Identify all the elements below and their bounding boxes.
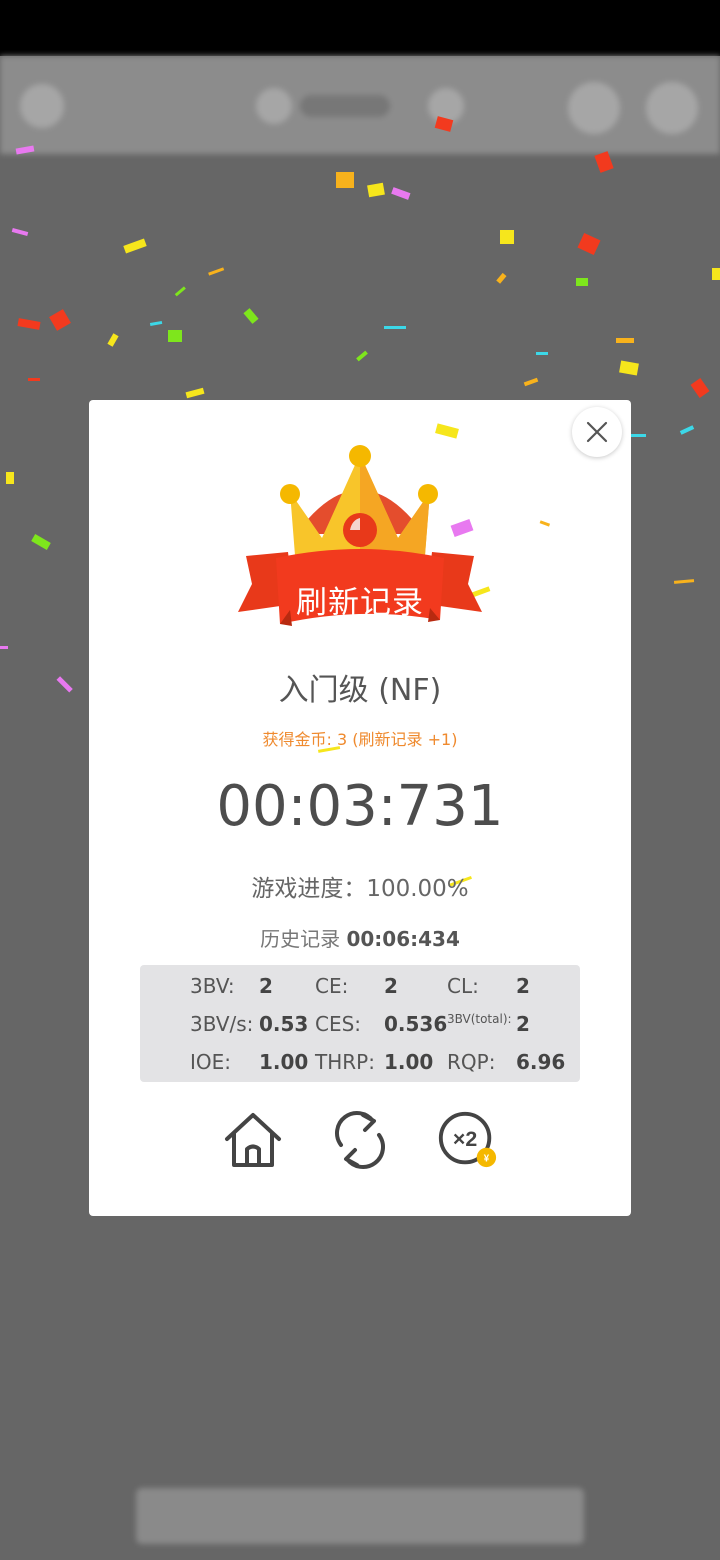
blurred-flag-icon [646,82,698,134]
stat-value: 2 [516,1012,530,1036]
record-banner-text: 刷新记录 [296,585,424,621]
difficulty-level: 入门级 (NF) [278,673,442,708]
double-coins-button[interactable]: ×2 ¥ [435,1108,499,1172]
stat-value: 2 [259,974,273,998]
stat-3bv: 3BV: 2 [190,974,273,998]
x2-label: ×2 [453,1127,477,1151]
stat-3bv-per-second: 3BV/s: 0.53 [190,1012,308,1036]
blurred-counter [300,95,390,117]
stat-label: CE: [315,974,349,998]
stat-ce: CE: 2 [315,974,398,998]
home-button[interactable] [221,1108,285,1172]
stat-ces: CES: 0.536 [315,1012,447,1036]
stat-value: 1.00 [259,1050,309,1074]
stat-value: 1.00 [384,1050,434,1074]
stat-label: CL: [447,974,479,998]
blurred-grid-icon [568,82,620,134]
stat-value: 0.53 [259,1012,309,1036]
stat-label: IOE: [190,1050,232,1074]
stat-3bv-total: 3BV(total): 2 [447,1012,530,1036]
coin-symbol: ¥ [484,1153,490,1164]
stats-panel: 3BV: 2 CE: 2 CL: 2 3BV/s: 0.53 CES: 0.53… [140,965,580,1082]
blurred-mine-icon [256,88,292,124]
x2-coin-icon: ×2 ¥ [438,1111,497,1168]
restart-button[interactable] [328,1108,392,1172]
refresh-icon [335,1111,385,1169]
blurred-menu-icon [20,84,64,128]
stat-label: 3BV(total): [447,1012,512,1026]
history-label: 历史记录 [260,927,341,951]
status-bar [0,0,720,56]
stat-label: 3BV: [190,974,235,998]
stat-value: 6.96 [516,1050,566,1074]
close-button[interactable] [572,407,622,457]
stat-label: THRP: [315,1050,375,1074]
stat-label: RQP: [447,1050,496,1074]
blurred-bottom-panel [136,1488,584,1544]
history-value: 00:06:434 [346,927,460,951]
progress-label: 游戏进度： [251,876,367,902]
home-icon [225,1113,281,1167]
stat-cl: CL: 2 [447,974,530,998]
stat-value: 2 [516,974,530,998]
progress-value: 100.00% [366,876,469,902]
history-row: 历史记录 00:06:434 [89,923,631,952]
game-time: 00:03:731 [216,774,504,839]
blurred-toolbar [0,56,720,154]
stat-ioe: IOE: 1.00 [190,1050,308,1074]
progress-row: 游戏进度：100.00% [89,869,631,903]
stat-label: CES: [315,1012,362,1036]
close-icon [586,421,608,443]
blurred-timer-icon [428,88,464,124]
stat-value: 2 [384,974,398,998]
stat-value: 0.536 [384,1012,448,1036]
stat-thrp: THRP: 1.00 [315,1050,433,1074]
stat-rqp: RQP: 6.96 [447,1050,565,1074]
stat-label: 3BV/s: [190,1012,254,1036]
coins-earned: 获得金币: 3 (刷新记录 +1) [262,730,458,749]
